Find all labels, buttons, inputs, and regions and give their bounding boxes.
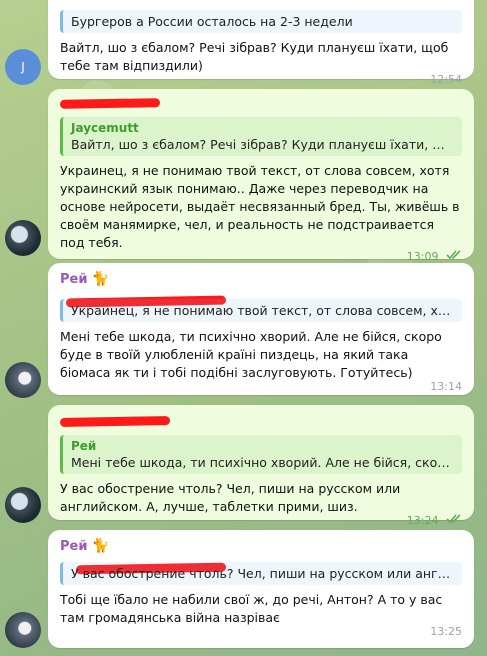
avatar-letter: J (21, 60, 25, 74)
redaction-mark (59, 98, 161, 109)
avatar[interactable] (5, 487, 41, 523)
quote-author: Jaycemutt (71, 121, 139, 135)
message-bubble[interactable]: Бургеров а России осталось на 2-3 недели… (48, 0, 474, 86)
message-text: Украинец, я не понимаю твой текст, от сл… (60, 163, 460, 250)
quote-text: Бургеров а России осталось на 2-3 недели (71, 14, 353, 29)
message-time: 13:24 (406, 514, 439, 527)
sender-emoji: 🐈 (91, 538, 109, 554)
reply-quote[interactable]: У вас обострение чтоль? Чел, пиши на рус… (60, 562, 462, 585)
quote-text: Мені тебе шкода, ти психічно хворий. Але… (71, 455, 454, 470)
sender-name[interactable]: Рей 🐈 (60, 538, 462, 554)
double-check-icon (446, 250, 462, 264)
message-bubble[interactable]: Jaycemutt Вайтл, шо з єбалом? Речі зібра… (48, 89, 474, 263)
avatar[interactable] (5, 612, 41, 648)
quote-text: У вас обострение чтоль? Чел, пиши на рус… (71, 566, 454, 581)
message-time: 12:54 (430, 73, 462, 86)
message-text: У вас обострение чтоль? Чел, пиши на рус… (60, 481, 401, 514)
message-text: Мені тебе шкода, ти психічно хворий. Але… (60, 329, 442, 380)
sender-label: Рей (60, 538, 88, 554)
sender-name[interactable]: Рей 🐈 (60, 271, 462, 287)
message-bubble[interactable]: Рей 🐈 Украинец, я не понимаю твой текст,… (48, 263, 474, 395)
sender-emoji: 🐈 (91, 271, 109, 287)
sender-label: Рей (60, 271, 88, 287)
message-time: 13:09 (406, 250, 439, 263)
message-time: 13:25 (430, 625, 462, 638)
reply-quote[interactable]: Рей Мені тебе шкода, ти психічно хворий.… (60, 435, 462, 474)
message-bubble[interactable]: Рей Мені тебе шкода, ти психічно хворий.… (48, 405, 474, 527)
avatar[interactable]: J (5, 49, 41, 85)
avatar[interactable] (5, 362, 41, 398)
message-time: 13:14 (430, 380, 462, 393)
message-text: Тобі ще їбало не набили свої ж, до речі,… (60, 592, 443, 625)
quote-text: Украинец, я не понимаю твой текст, от сл… (71, 303, 454, 318)
quote-author: Рей (71, 439, 97, 453)
reply-quote[interactable]: Бургеров а России осталось на 2-3 недели (60, 10, 462, 33)
reply-quote[interactable]: Jaycemutt Вайтл, шо з єбалом? Речі зібра… (60, 117, 462, 156)
quote-text: Вайтл, шо з єбалом? Речі зібрав? Куди пл… (71, 137, 454, 152)
avatar[interactable] (5, 220, 41, 256)
redaction-mark (59, 416, 171, 427)
reply-quote[interactable]: Украинец, я не понимаю твой текст, от сл… (60, 299, 462, 322)
message-bubble[interactable]: Рей 🐈 У вас обострение чтоль? Чел, пиши … (48, 530, 474, 648)
message-text: Вайтл, шо з єбалом? Речі зібрав? Куди пл… (60, 40, 449, 73)
double-check-icon (446, 514, 462, 528)
